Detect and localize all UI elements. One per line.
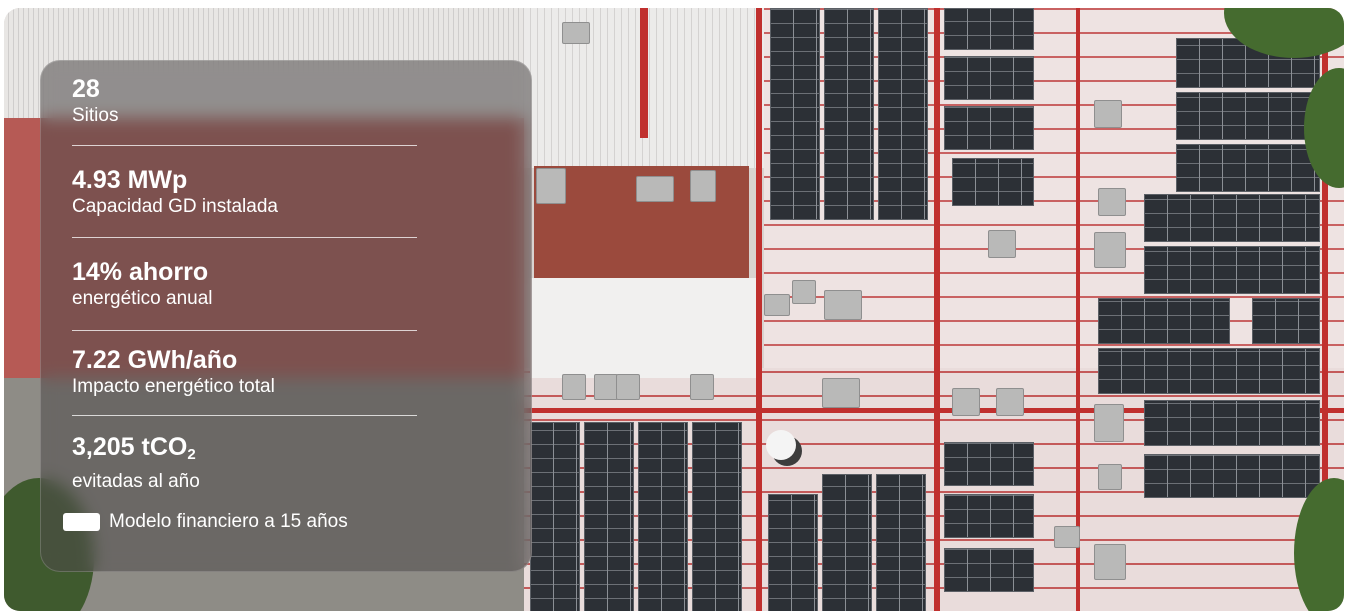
legend-swatch bbox=[63, 513, 100, 531]
stat-label: Capacidad GD instalada bbox=[72, 196, 278, 217]
stat-divider bbox=[72, 330, 417, 331]
project-stats-card bbox=[40, 60, 532, 572]
stat-co2-avoided: 3,205 tCO2 evitadas al año bbox=[72, 432, 452, 494]
stat-label: Impacto energético total bbox=[72, 376, 275, 397]
legend-label: Modelo financiero a 15 años bbox=[109, 511, 348, 532]
stat-value: 14% ahorro bbox=[72, 258, 209, 286]
stat-label: Sitios bbox=[72, 105, 119, 126]
stat-value: 3,205 tCO2 bbox=[72, 432, 452, 470]
stat-value-subscript: 2 bbox=[187, 446, 196, 463]
stat-value: 28 bbox=[72, 75, 100, 103]
satellite-dish bbox=[766, 430, 796, 460]
stat-label: evitadas al año bbox=[72, 471, 200, 492]
stat-divider bbox=[72, 415, 417, 416]
stat-capacity: 4.93 MWp Capacidad GD instalada bbox=[72, 165, 452, 219]
stat-value: 4.93 MWp bbox=[72, 166, 188, 194]
stat-divider bbox=[72, 237, 417, 238]
stat-value: 7.22 GWh/año bbox=[72, 346, 238, 374]
stat-sites: 28 Sitios bbox=[72, 74, 452, 128]
stat-savings: 14% ahorro energético anual bbox=[72, 257, 452, 311]
stat-value-main: 3,205 tCO bbox=[72, 433, 188, 461]
financial-model-legend: Modelo financiero a 15 años bbox=[63, 510, 348, 534]
stat-divider bbox=[72, 145, 417, 146]
hero-image-frame: 28 Sitios 4.93 MWp Capacidad GD instalad… bbox=[4, 8, 1344, 611]
stat-label: energético anual bbox=[72, 288, 213, 309]
stat-energy-impact: 7.22 GWh/año Impacto energético total bbox=[72, 345, 452, 399]
